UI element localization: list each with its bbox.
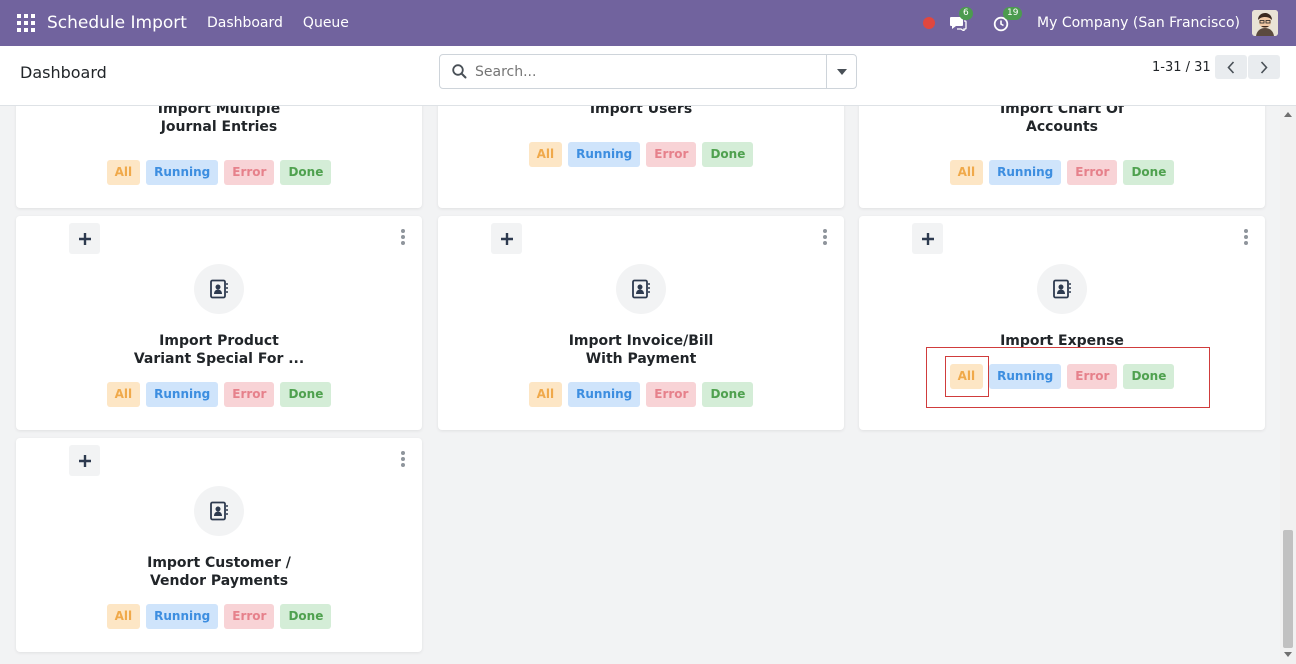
- badge-done[interactable]: Done: [280, 382, 332, 407]
- status-badges: All Running Error Done: [16, 382, 422, 407]
- search-options-toggle[interactable]: [826, 55, 856, 88]
- badge-error[interactable]: Error: [646, 382, 697, 407]
- card-title: Import Invoice/Bill With Payment: [568, 333, 714, 367]
- badge-error[interactable]: Error: [646, 142, 697, 167]
- badge-done[interactable]: Done: [280, 604, 332, 629]
- chevron-right-icon: [1260, 60, 1268, 74]
- badge-done[interactable]: Done: [1123, 160, 1175, 185]
- status-badges: All Running Error Done: [438, 142, 844, 167]
- badge-all[interactable]: All: [106, 382, 141, 407]
- caret-down-icon: [836, 68, 847, 75]
- status-badges: All Running Error Done: [859, 160, 1265, 185]
- control-panel: Dashboard 1-31 / 31: [0, 46, 1296, 106]
- kanban-card[interactable]: Import Invoice/Bill With Payment All Run…: [438, 216, 844, 430]
- badge-running[interactable]: Running: [989, 364, 1062, 389]
- vertical-scrollbar[interactable]: [1280, 106, 1296, 664]
- card-title: Import Chart Of Accounts: [999, 106, 1125, 135]
- kanban-card[interactable]: Import Product Variant Special For ... A…: [16, 216, 422, 430]
- kanban-view: Import Multiple Journal Entries All Runn…: [0, 106, 1280, 664]
- badge-all[interactable]: All: [528, 142, 563, 167]
- badge-error[interactable]: Error: [224, 604, 275, 629]
- card-title: Import Users: [589, 106, 693, 117]
- plus-icon: [78, 454, 91, 467]
- page-title[interactable]: Dashboard: [20, 63, 107, 82]
- pager-value[interactable]: 1-31 / 31: [1152, 60, 1211, 75]
- badge-all[interactable]: All: [949, 364, 984, 389]
- card-title: Import Product Variant Special For ...: [133, 333, 305, 367]
- menu-queue[interactable]: Queue: [303, 15, 349, 31]
- activities-count-badge: 19: [1003, 7, 1023, 20]
- plus-icon: [500, 232, 513, 245]
- scroll-up-icon[interactable]: [1284, 112, 1292, 117]
- messages-count-badge: 6: [959, 7, 973, 20]
- kanban-card[interactable]: Import Chart Of Accounts All Running Err…: [859, 106, 1265, 208]
- kanban-card[interactable]: Import Users All Running Error Done: [438, 106, 844, 208]
- kebab-menu-icon[interactable]: [401, 229, 405, 245]
- kanban-card[interactable]: Import Multiple Journal Entries All Runn…: [16, 106, 422, 208]
- add-button[interactable]: [491, 223, 522, 254]
- kebab-menu-icon[interactable]: [823, 229, 827, 245]
- add-button[interactable]: [912, 223, 943, 254]
- badge-running[interactable]: Running: [146, 604, 219, 629]
- kanban-card[interactable]: Import Expense All Running Error Done: [859, 216, 1265, 430]
- badge-all[interactable]: All: [528, 382, 563, 407]
- recording-indicator-icon[interactable]: [923, 17, 936, 29]
- company-switcher[interactable]: My Company (San Francisco): [1037, 15, 1240, 31]
- badge-running[interactable]: Running: [146, 160, 219, 185]
- badge-all[interactable]: All: [949, 160, 984, 185]
- card-title: Import Multiple Journal Entries: [157, 106, 281, 135]
- menu-dashboard[interactable]: Dashboard: [207, 15, 283, 31]
- search-icon: [452, 64, 467, 79]
- contact-book-icon: [616, 264, 666, 314]
- badge-done[interactable]: Done: [1123, 364, 1175, 389]
- badge-running[interactable]: Running: [568, 142, 641, 167]
- card-title: Import Customer / Vendor Payments: [147, 555, 291, 589]
- kebab-menu-icon[interactable]: [1244, 229, 1248, 245]
- app-title[interactable]: Schedule Import: [47, 13, 187, 33]
- scroll-down-icon[interactable]: [1284, 652, 1292, 657]
- status-badges: All Running Error Done: [16, 160, 422, 185]
- kanban-card[interactable]: Import Customer / Vendor Payments All Ru…: [16, 438, 422, 652]
- badge-done[interactable]: Done: [280, 160, 332, 185]
- status-badges: All Running Error Done: [16, 604, 422, 629]
- add-button[interactable]: [69, 445, 100, 476]
- badge-done[interactable]: Done: [702, 382, 754, 407]
- activities-button[interactable]: 19: [993, 7, 1023, 33]
- search-bar[interactable]: [439, 54, 857, 89]
- pager-previous-button[interactable]: [1215, 55, 1247, 79]
- pager-next-button[interactable]: [1248, 55, 1280, 79]
- badge-running[interactable]: Running: [989, 160, 1062, 185]
- badge-all[interactable]: All: [106, 604, 141, 629]
- scroll-thumb[interactable]: [1283, 530, 1293, 648]
- badge-error[interactable]: Error: [224, 160, 275, 185]
- apps-menu-icon[interactable]: [17, 14, 35, 32]
- top-navbar: Schedule Import Dashboard Queue 6 19 My …: [0, 0, 1296, 46]
- plus-icon: [921, 232, 934, 245]
- badge-error[interactable]: Error: [224, 382, 275, 407]
- chevron-left-icon: [1227, 60, 1235, 74]
- badge-error[interactable]: Error: [1067, 364, 1118, 389]
- badge-all[interactable]: All: [106, 160, 141, 185]
- status-badges: All Running Error Done: [438, 382, 844, 407]
- user-avatar[interactable]: [1252, 10, 1278, 36]
- badge-error[interactable]: Error: [1067, 160, 1118, 185]
- contact-book-icon: [1037, 264, 1087, 314]
- contact-book-icon: [194, 486, 244, 536]
- add-button[interactable]: [69, 223, 100, 254]
- status-badges: All Running Error Done: [859, 364, 1265, 389]
- messages-button[interactable]: 6: [949, 7, 973, 33]
- badge-done[interactable]: Done: [702, 142, 754, 167]
- search-input[interactable]: [475, 63, 815, 80]
- badge-running[interactable]: Running: [568, 382, 641, 407]
- kebab-menu-icon[interactable]: [401, 451, 405, 467]
- plus-icon: [78, 232, 91, 245]
- badge-running[interactable]: Running: [146, 382, 219, 407]
- contact-book-icon: [194, 264, 244, 314]
